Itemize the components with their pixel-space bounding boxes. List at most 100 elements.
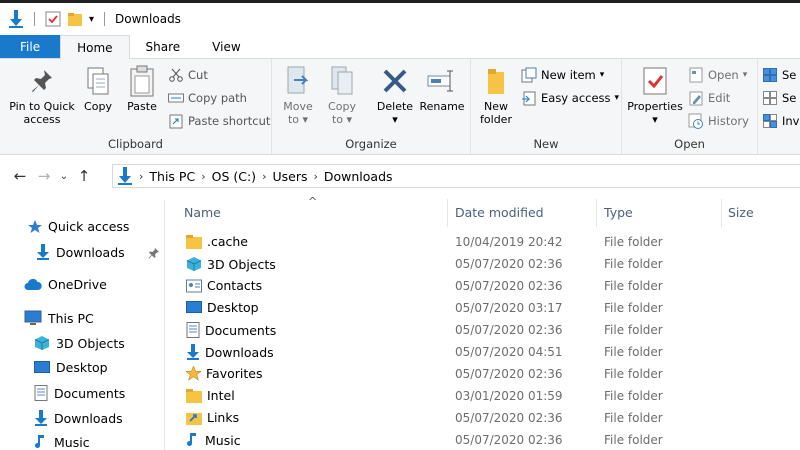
rename-icon	[427, 70, 453, 92]
file-row[interactable]: Links 05/07/2020 02:36 File folder	[166, 407, 800, 429]
music-note-icon	[187, 433, 196, 447]
copy-path-icon	[168, 93, 184, 103]
move-to-button[interactable]: Move to ▾	[280, 65, 316, 126]
open-button[interactable]: Open ▾	[688, 67, 747, 83]
file-list: ^ Name Date modified Type Size .cache 10…	[166, 195, 800, 450]
breadcrumb-downloads[interactable]: Downloads	[324, 169, 393, 184]
edit-pencil-icon	[689, 91, 703, 106]
open-group: Properties ▾ Open ▾ Edit History Open	[622, 59, 758, 154]
breadcrumb-os-c[interactable]: OS (C:)	[212, 169, 256, 184]
file-row[interactable]: Intel 03/01/2020 01:59 File folder	[166, 385, 800, 407]
new-group: New folder New item ▾ Easy access ▾ New	[471, 59, 622, 154]
navigation-pane: Quick access Downloads OneDrive This PC …	[0, 197, 166, 450]
edit-button[interactable]: Edit	[688, 90, 730, 106]
contacts-icon	[186, 279, 202, 292]
back-arrow-icon[interactable]: ←	[8, 167, 32, 185]
breadcrumb-chevron-icon[interactable]: ›	[262, 170, 266, 183]
document-icon	[186, 322, 200, 338]
open-icon	[689, 67, 703, 83]
rename-button[interactable]: Rename	[418, 65, 466, 113]
select-all-button[interactable]: Se	[762, 67, 796, 83]
quick-access-toolbar: ▾	[8, 10, 109, 28]
select-all-icon	[763, 68, 777, 82]
document-icon	[34, 385, 48, 401]
new-folder-button[interactable]: New folder	[477, 65, 515, 126]
file-row[interactable]: Favorites 05/07/2020 02:36 File folder	[166, 363, 800, 385]
computer-icon	[24, 310, 42, 325]
tab-home[interactable]: Home	[60, 35, 130, 59]
breadcrumb-users[interactable]: Users	[272, 169, 307, 184]
ribbon: Pin to Quick access Copy Paste Cut Copy …	[0, 59, 800, 155]
file-row[interactable]: Documents 05/07/2020 02:36 File folder	[166, 319, 800, 341]
qat-customize-icon[interactable]: ▾	[89, 14, 94, 25]
breadcrumb-chevron-icon[interactable]: ›	[201, 170, 205, 183]
pane-divider[interactable]	[164, 200, 165, 450]
organize-group-label: Organize	[345, 137, 397, 151]
history-button[interactable]: History	[688, 113, 749, 129]
address-bar[interactable]: › This PC › OS (C:) › Users › Downloads	[112, 164, 800, 188]
download-arrow-icon	[118, 167, 132, 185]
file-row[interactable]: Music 05/07/2020 02:36 File folder	[166, 429, 800, 450]
nav-item-desktop[interactable]: Desktop	[34, 360, 108, 375]
file-row[interactable]: Downloads 05/07/2020 04:51 File folder	[166, 341, 800, 363]
tab-share[interactable]: Share	[130, 35, 197, 58]
pin-icon[interactable]	[148, 247, 160, 259]
column-header-date-modified[interactable]: Date modified	[455, 205, 544, 220]
select-group: Se Se Inv	[758, 59, 800, 154]
star-icon	[28, 219, 42, 233]
navigation-bar: ← → ⌄ ↑ › This PC › OS (C:) › Users › Do…	[0, 155, 800, 197]
nav-item-onedrive[interactable]: OneDrive	[24, 277, 107, 292]
delete-button[interactable]: Delete ▾	[374, 65, 416, 126]
new-item-icon	[521, 67, 537, 83]
download-arrow-icon	[187, 344, 199, 360]
folder-icon	[186, 388, 202, 403]
nav-item-documents[interactable]: Documents	[34, 385, 125, 401]
properties-check-icon[interactable]	[45, 11, 61, 27]
organize-group: Move to ▾ Copy to ▾ Delete ▾ Rename Orga…	[272, 59, 471, 154]
properties-button[interactable]: Properties ▾	[626, 65, 684, 126]
breadcrumb-chevron-icon[interactable]: ›	[139, 170, 143, 183]
nav-item-this-pc[interactable]: This PC	[24, 310, 94, 326]
pin-to-quick-access-button[interactable]: Pin to Quick access	[6, 65, 78, 126]
download-arrow-icon	[37, 244, 49, 260]
tab-file[interactable]: File	[0, 35, 61, 58]
paste-button[interactable]: Paste	[122, 65, 162, 113]
cut-button[interactable]: Cut	[168, 67, 208, 83]
copy-to-button[interactable]: Copy to ▾	[324, 65, 360, 126]
tab-view[interactable]: View	[196, 35, 256, 58]
column-header-name[interactable]: Name	[184, 205, 221, 220]
invert-selection-icon	[763, 114, 777, 128]
nav-item-downloads-pinned[interactable]: Downloads	[36, 244, 125, 260]
new-item-button[interactable]: New item ▾	[521, 67, 604, 83]
column-header-size[interactable]: Size	[728, 205, 754, 220]
paste-shortcut-button[interactable]: Paste shortcut	[168, 113, 270, 129]
column-header-type[interactable]: Type	[604, 205, 633, 220]
nav-item-quick-access[interactable]: Quick access	[28, 219, 129, 234]
easy-access-button[interactable]: Easy access ▾	[521, 90, 619, 106]
nav-item-music[interactable]: Music	[34, 434, 90, 450]
file-row[interactable]: Contacts 05/07/2020 02:36 File folder	[166, 275, 800, 297]
recent-locations-chevron-icon[interactable]: ⌄	[56, 171, 72, 182]
invert-selection-button[interactable]: Inv	[762, 113, 800, 129]
file-row[interactable]: .cache 10/04/2019 20:42 File folder	[166, 231, 800, 253]
forward-arrow-icon[interactable]: →	[32, 167, 56, 185]
nav-item-3d-objects[interactable]: 3D Objects	[34, 335, 125, 351]
move-to-icon	[287, 66, 309, 94]
copy-path-button[interactable]: Copy path	[168, 90, 247, 106]
breadcrumb-this-pc[interactable]: This PC	[149, 169, 195, 184]
copy-button[interactable]: Copy	[80, 65, 116, 113]
ribbon-tabs: File Home Share View	[0, 35, 800, 59]
file-row[interactable]: Desktop 05/07/2020 03:17 File folder	[166, 297, 800, 319]
nav-item-downloads[interactable]: Downloads	[34, 410, 123, 426]
select-none-button[interactable]: Se	[762, 90, 796, 106]
up-arrow-icon[interactable]: ↑	[72, 167, 96, 185]
title-bar: ▾ Downloads	[0, 0, 800, 35]
cloud-icon	[24, 278, 42, 290]
breadcrumb-chevron-icon[interactable]: ›	[313, 170, 317, 183]
cube-icon	[186, 257, 202, 271]
properties-check-icon	[643, 67, 667, 95]
pin-icon	[32, 70, 52, 92]
file-row[interactable]: 3D Objects 05/07/2020 02:36 File folder	[166, 253, 800, 275]
clipboard-icon	[130, 65, 154, 97]
new-folder-icon[interactable]	[67, 11, 83, 27]
